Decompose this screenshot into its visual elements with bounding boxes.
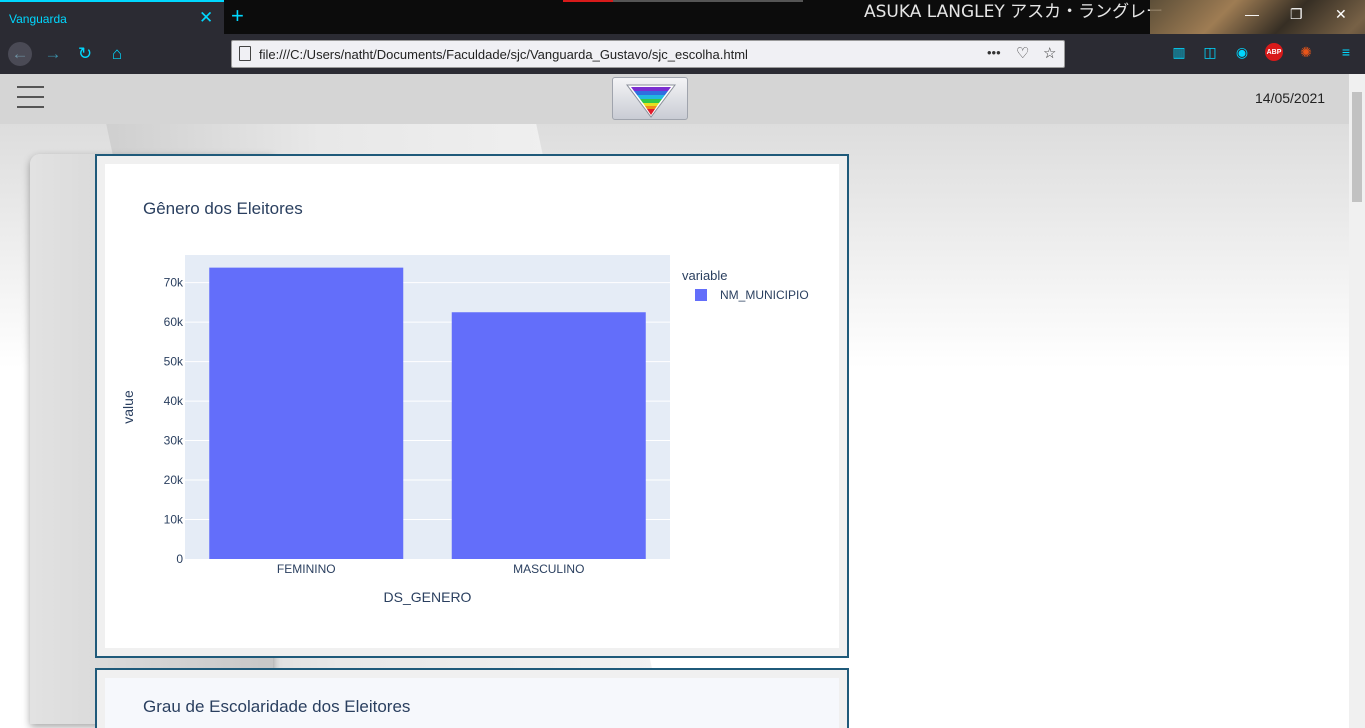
tab-close-icon[interactable]: ✕ [199,8,213,28]
window-close-icon[interactable]: ✕ [1335,6,1347,23]
scrollbar-thumb[interactable] [1352,92,1362,202]
bookmark-star-icon[interactable]: ☆ [1043,44,1056,62]
legend-item: NM_MUNICIPIO [720,288,809,302]
theme-decoration [613,0,803,2]
bar [451,312,646,559]
y-tick-label: 30k [164,434,184,448]
pocket-icon[interactable]: ♡ [1016,44,1029,62]
browser-tab-bar: Vanguarda ✕ + ASUKA LANGLEY アスカ・ラングレー — … [0,0,1365,74]
y-tick-label: 20k [164,473,184,487]
address-bar[interactable]: file:///C:/Users/natht/Documents/Faculda… [231,40,1065,68]
browser-tab[interactable]: Vanguarda ✕ [0,0,224,34]
x-tick-label: FEMININO [277,562,336,576]
y-tick-label: 70k [164,276,184,290]
y-tick-label: 10k [164,513,184,527]
web-page: 14/05/2021 Gênero dos Eleitores 0 10k 20k 3… [0,74,1349,728]
adblock-icon[interactable]: ABP [1265,43,1283,61]
page-actions-icon[interactable]: ••• [987,45,1001,60]
library-icon[interactable]: ▥ [1170,43,1188,61]
y-tick-label: 60k [164,315,184,329]
tab-title: Vanguarda [9,12,67,26]
gender-chart-card: Gênero dos Eleitores 0 10k 20k 30k 40k 50k 60k… [95,154,849,658]
page-icon [239,46,251,61]
gender-chart[interactable]: Gênero dos Eleitores 0 10k 20k 30k 40k 50k 60k… [105,164,839,648]
y-tick-label: 0 [176,552,183,566]
account-icon[interactable]: ◉ [1233,43,1251,61]
minimize-icon[interactable]: — [1245,6,1259,22]
site-logo [612,77,688,120]
bar [209,267,404,559]
page-scrollbar[interactable] [1349,74,1365,728]
chart-title: Grau de Escolaridade dos Eleitores [143,697,411,716]
legend-swatch [695,289,707,301]
url-text[interactable]: file:///C:/Users/natht/Documents/Faculda… [259,47,748,62]
page-header: 14/05/2021 [0,74,1349,124]
extension-icon[interactable]: ✺ [1297,43,1315,61]
x-axis-title: DS_GENERO [384,589,472,605]
theme-decoration [563,0,613,2]
home-icon[interactable]: ⌂ [105,42,129,66]
legend-title: variable [682,268,728,283]
bar-chart: 0 10k 20k 30k 40k 50k 60k 70k FEMININO MASCULINO D… [120,255,809,605]
x-tick-label: MASCULINO [513,562,584,576]
education-chart[interactable]: Grau de Escolaridade dos Eleitores [105,678,839,728]
theme-title-text: ASUKA LANGLEY アスカ・ラングレー [864,2,1164,22]
education-chart-card: Grau de Escolaridade dos Eleitores [95,668,849,728]
new-tab-button[interactable]: + [231,3,244,29]
browser-navigation-bar: ← → ↻ ⌂ file:///C:/Users/natht/Documents… [0,34,1365,74]
back-arrow-icon[interactable]: ← [8,42,32,66]
sidebar-icon[interactable]: ◫ [1201,43,1219,61]
y-tick-label: 50k [164,355,184,369]
current-date: 14/05/2021 [1255,90,1326,106]
reload-icon[interactable]: ↻ [73,42,97,66]
restore-icon[interactable]: ❐ [1290,6,1303,23]
forward-arrow-icon[interactable]: → [41,42,65,66]
menu-icon[interactable]: ≡ [1337,43,1355,61]
y-axis-title: value [120,390,136,424]
y-tick-label: 40k [164,394,184,408]
hamburger-menu-icon[interactable] [17,86,44,110]
